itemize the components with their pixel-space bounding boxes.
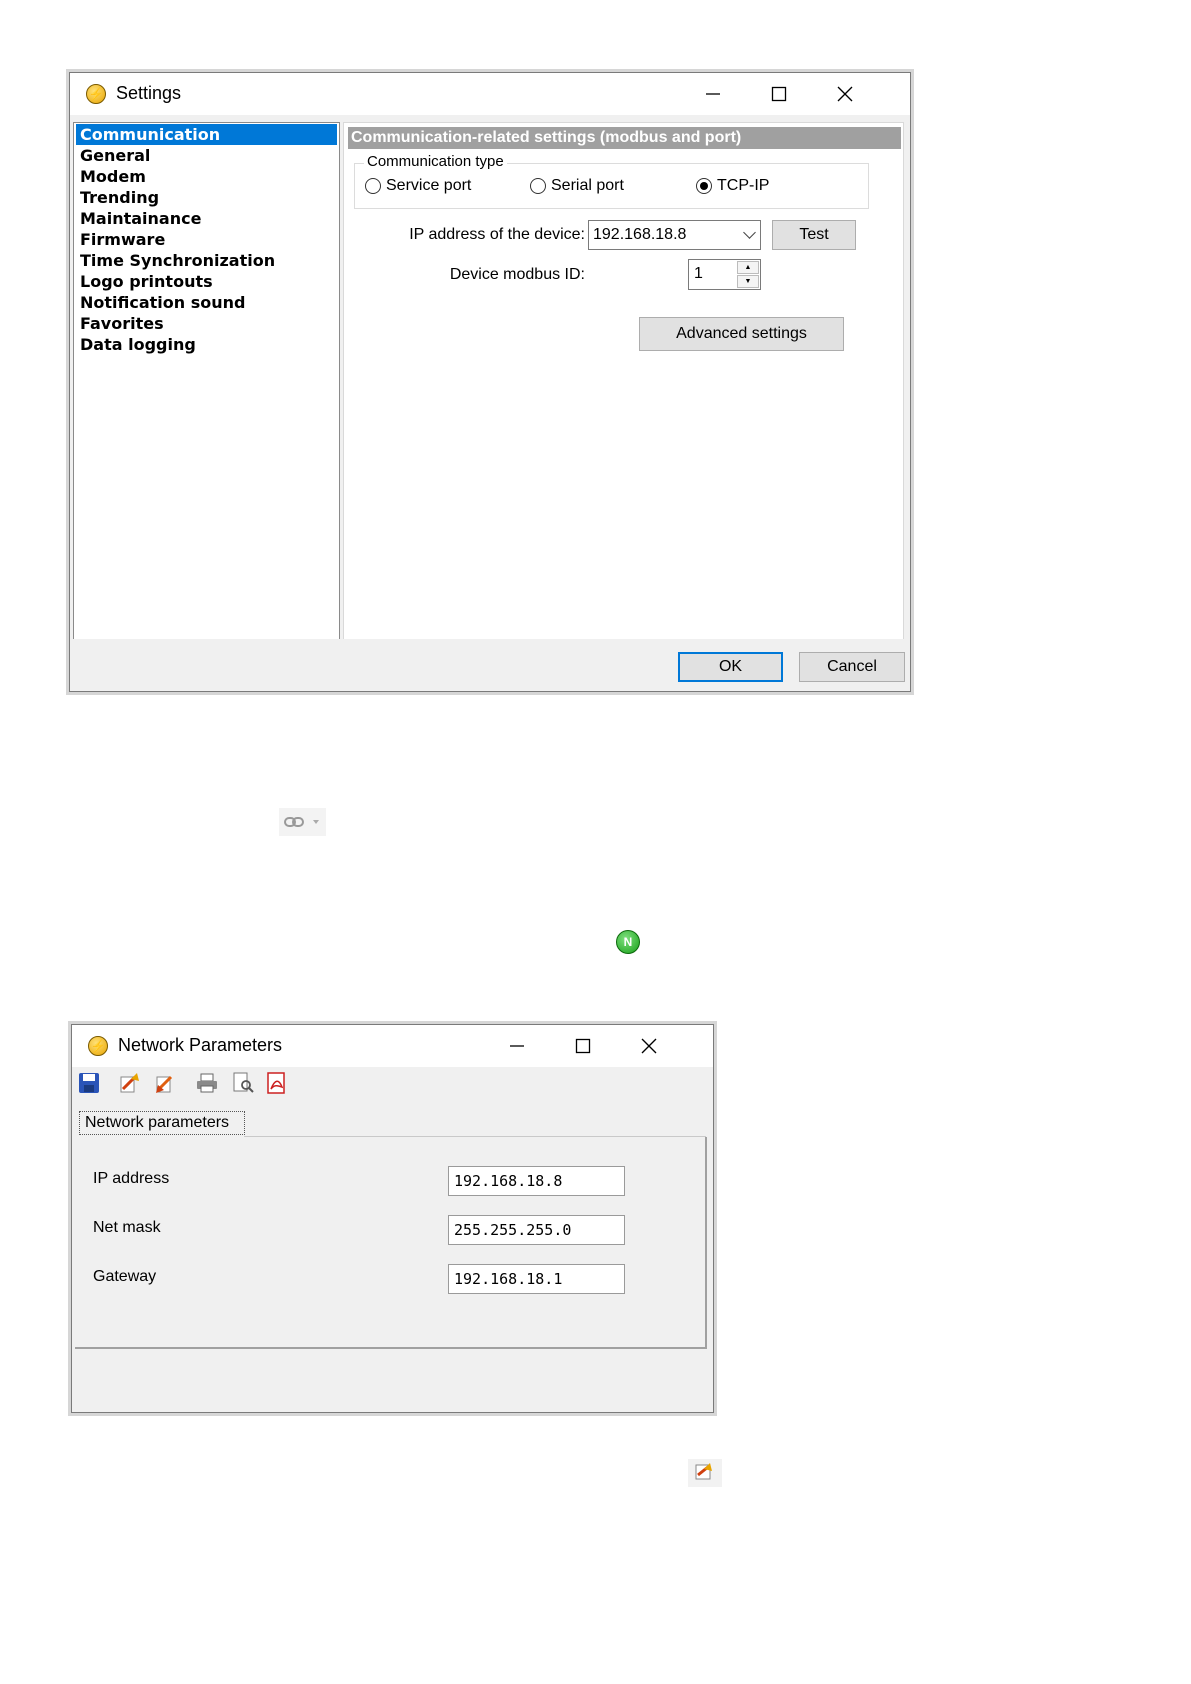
pdf-icon[interactable] — [265, 1071, 289, 1095]
radio-circle-selected — [696, 178, 712, 194]
app-logo-icon: ⚡ — [86, 84, 106, 104]
settings-window: ⚡ Settings Communication General Modem T… — [69, 72, 911, 692]
tab-network-parameters[interactable]: Network parameters — [79, 1111, 245, 1135]
ip-address-label: IP address — [93, 1170, 170, 1187]
communication-type-title: Communication type — [364, 153, 507, 170]
nav-item-modem[interactable]: Modem — [76, 166, 146, 187]
communication-panel: Communication-related settings (modbus a… — [343, 122, 904, 640]
net-mask-input[interactable]: 255.255.255.0 — [448, 1215, 625, 1245]
link-icon — [284, 817, 319, 827]
nav-item-trending[interactable]: Trending — [76, 187, 159, 208]
minimize-icon — [706, 93, 720, 95]
nav-item-logo-printouts[interactable]: Logo printouts — [76, 271, 213, 292]
communication-type-group: Communication type Service port Serial p… — [354, 153, 869, 209]
gateway-input[interactable]: 192.168.18.1 — [448, 1264, 625, 1294]
close-button[interactable] — [626, 1031, 672, 1061]
modbus-id-value: 1 — [694, 265, 703, 282]
print-icon[interactable] — [195, 1071, 219, 1095]
ip-address-value: 192.168.18.8 — [593, 226, 687, 243]
modbus-id-label: Device modbus ID: — [449, 266, 585, 283]
spin-up-icon[interactable]: ▲ — [737, 261, 759, 274]
network-titlebar: ⚡ Network Parameters — [72, 1025, 713, 1067]
network-footer — [75, 1361, 710, 1409]
app-logo-icon: ⚡ — [88, 1036, 108, 1056]
gateway-label: Gateway — [93, 1268, 157, 1285]
network-title: Network Parameters — [118, 1035, 283, 1055]
print-preview-icon[interactable] — [231, 1071, 255, 1095]
section-title: Communication-related settings (modbus a… — [348, 127, 901, 149]
import-icon[interactable] — [153, 1071, 177, 1095]
close-button[interactable] — [822, 79, 868, 109]
nav-item-communication[interactable]: Communication — [76, 124, 337, 145]
close-icon — [837, 86, 853, 102]
settings-title: Settings — [116, 83, 182, 103]
nav-item-general[interactable]: General — [76, 145, 150, 166]
network-dropdown-button[interactable] — [279, 808, 326, 836]
settings-footer: OK Cancel — [70, 639, 910, 691]
minimize-icon — [510, 1045, 524, 1047]
network-toolbar — [72, 1067, 713, 1101]
radio-label: TCP-IP — [717, 177, 770, 194]
export-icon[interactable] — [117, 1071, 141, 1095]
radio-label: Service port — [386, 177, 472, 194]
network-parameters-panel: IP address 192.168.18.8 Net mask 255.255… — [75, 1137, 707, 1349]
ip-address-combo[interactable]: 192.168.18.8 — [588, 220, 761, 250]
chevron-down-icon — [743, 226, 756, 239]
ip-address-label: IP address of the device: — [409, 226, 585, 243]
nav-item-maintainance[interactable]: Maintainance — [76, 208, 201, 229]
radio-service-port[interactable]: Service port — [365, 177, 471, 195]
maximize-button[interactable] — [756, 79, 802, 109]
modbus-id-stepper[interactable]: 1 ▲ ▼ — [688, 259, 761, 290]
close-icon — [641, 1038, 657, 1054]
network-parameters-window: ⚡ Network Parameters Network parameters … — [71, 1024, 714, 1413]
save-icon[interactable] — [77, 1071, 101, 1095]
settings-nav-list: Communication General Modem Trending Mai… — [73, 122, 340, 640]
maximize-icon — [771, 86, 787, 102]
cancel-button[interactable]: Cancel — [799, 652, 905, 682]
ok-button[interactable]: OK — [678, 652, 783, 682]
radio-tcp-ip[interactable]: TCP-IP — [696, 177, 769, 195]
nav-item-firmware[interactable]: Firmware — [76, 229, 165, 250]
maximize-icon — [575, 1038, 591, 1054]
ip-address-input[interactable]: 192.168.18.8 — [448, 1166, 625, 1196]
import-icon[interactable] — [688, 1459, 722, 1487]
radio-serial-port[interactable]: Serial port — [530, 177, 624, 195]
advanced-settings-button[interactable]: Advanced settings — [639, 317, 844, 351]
nav-item-time-synchronization[interactable]: Time Synchronization — [76, 250, 275, 271]
settings-titlebar: ⚡ Settings — [70, 73, 910, 115]
maximize-button[interactable] — [560, 1031, 606, 1061]
nav-item-favorites[interactable]: Favorites — [76, 313, 164, 334]
radio-circle — [365, 178, 381, 194]
network-status-icon[interactable]: N — [616, 930, 640, 954]
nav-item-notification-sound[interactable]: Notification sound — [76, 292, 246, 313]
net-mask-label: Net mask — [93, 1219, 161, 1236]
radio-circle — [530, 178, 546, 194]
test-button[interactable]: Test — [772, 220, 856, 250]
minimize-button[interactable] — [494, 1031, 540, 1061]
radio-label: Serial port — [551, 177, 624, 194]
spin-down-icon[interactable]: ▼ — [737, 275, 759, 288]
minimize-button[interactable] — [690, 79, 736, 109]
nav-item-data-logging[interactable]: Data logging — [76, 334, 196, 355]
